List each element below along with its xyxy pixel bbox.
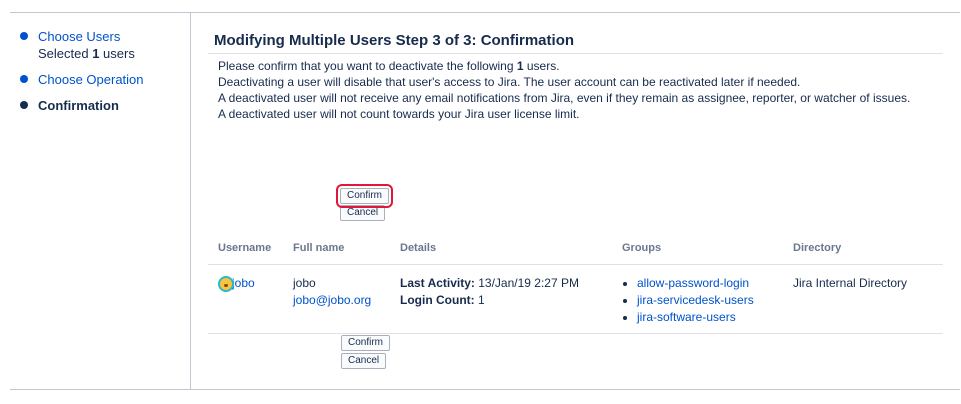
main-content: Modifying Multiple Users Step 3 of 3: Co… <box>208 28 943 369</box>
group-link-allow-password-login[interactable]: allow-password-login <box>637 276 749 290</box>
last-activity-label: Last Activity: <box>400 276 475 290</box>
desc-line-2: Deactivating a user will disable that us… <box>218 75 801 89</box>
email-link[interactable]: jobo@jobo.org <box>293 293 371 307</box>
page-title: Modifying Multiple Users Step 3 of 3: Co… <box>208 28 943 54</box>
step-choose-operation: Choose Operation <box>20 71 185 88</box>
cell-username: jobo <box>208 264 283 334</box>
selected-users-count: Selected 1 users <box>38 46 135 61</box>
cell-full-name: jobo jobo@jobo.org <box>283 264 390 334</box>
cell-details: Last Activity: 13/Jan/19 2:27 PM Login C… <box>390 264 612 334</box>
cell-directory: Jira Internal Directory <box>783 264 943 334</box>
cell-groups: allow-password-login jira-servicedesk-us… <box>612 264 783 334</box>
header-full-name: Full name <box>283 238 390 265</box>
last-activity-value: 13/Jan/19 2:27 PM <box>474 276 579 290</box>
cancel-button-top[interactable]: Cancel <box>340 205 386 221</box>
login-count-label: Login Count: <box>400 293 475 307</box>
top-divider <box>10 12 960 13</box>
list-item: allow-password-login <box>637 275 773 292</box>
confirm-button-top[interactable]: Confirm <box>335 184 394 208</box>
sidebar-divider <box>190 13 191 389</box>
group-link-jira-software-users[interactable]: jira-software-users <box>637 310 736 324</box>
header-details: Details <box>390 238 612 265</box>
step-choose-users: Choose Users Selected 1 users <box>20 28 185 62</box>
desc-line-1: Please confirm that you want to deactiva… <box>218 59 560 73</box>
header-groups: Groups <box>612 238 783 265</box>
confirmation-description: Please confirm that you want to deactiva… <box>208 54 943 122</box>
header-username: Username <box>208 238 283 265</box>
list-item: jira-servicedesk-users <box>637 292 773 309</box>
bottom-button-group: Confirm Cancel <box>341 335 401 371</box>
desc-line-3: A deactivated user will not receive any … <box>218 91 911 105</box>
list-item: jira-software-users <box>637 309 773 326</box>
user-avatar-icon <box>218 276 234 292</box>
cancel-button-bottom[interactable]: Cancel <box>341 353 387 369</box>
header-directory: Directory <box>783 238 943 265</box>
confirm-button-bottom[interactable]: Confirm <box>341 335 391 351</box>
step-confirmation: Confirmation <box>20 97 185 114</box>
top-button-group: Confirm Cancel <box>333 184 394 222</box>
desc-line-4: A deactivated user will not count toward… <box>218 107 580 121</box>
bottom-divider <box>10 389 960 390</box>
login-count-value: 1 <box>474 293 485 307</box>
group-link-jira-servicedesk-users[interactable]: jira-servicedesk-users <box>637 293 754 307</box>
groups-list: allow-password-login jira-servicedesk-us… <box>622 275 773 326</box>
username-link[interactable]: jobo <box>232 276 255 290</box>
confirmation-current-step: Confirmation <box>38 98 119 113</box>
bullet-dot-icon <box>20 32 28 40</box>
choose-operation-link[interactable]: Choose Operation <box>38 72 144 87</box>
bullet-dot-icon <box>20 101 28 109</box>
bullet-dot-icon <box>20 75 28 83</box>
choose-users-link[interactable]: Choose Users <box>38 29 120 44</box>
full-name-text: jobo <box>293 276 316 290</box>
users-table: Username Full name Details Groups Direct… <box>208 238 943 334</box>
wizard-steps: Choose Users Selected 1 users Choose Ope… <box>20 28 185 123</box>
table-row: jobo jobo jobo@jobo.org Last Activity: 1… <box>208 264 943 334</box>
table-header-row: Username Full name Details Groups Direct… <box>208 238 943 265</box>
